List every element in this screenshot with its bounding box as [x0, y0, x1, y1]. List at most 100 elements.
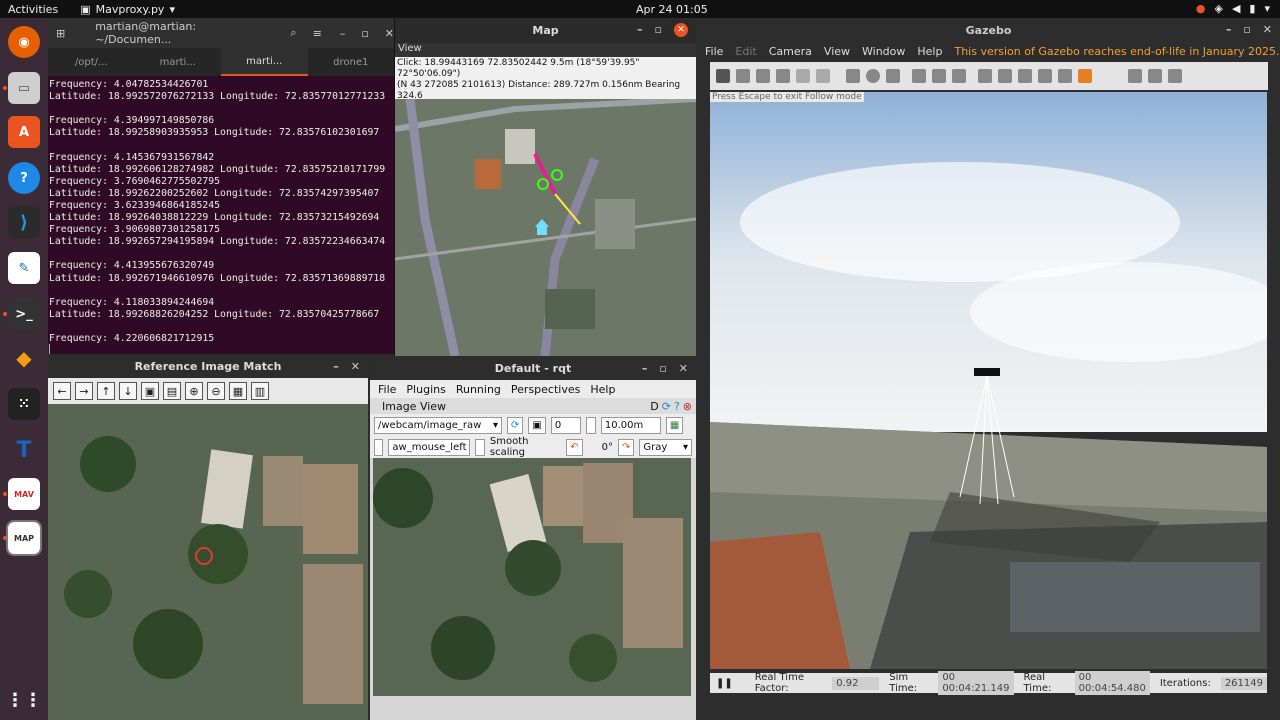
screenshot-icon[interactable] [1128, 69, 1142, 83]
firefox-icon[interactable]: ◉ [8, 26, 40, 58]
save-image-button[interactable]: ▣ [528, 416, 546, 434]
files-icon[interactable]: ▭ [8, 72, 40, 104]
menu-help[interactable]: Help [917, 45, 942, 58]
tab-opt[interactable]: /opt/... [48, 48, 135, 76]
help-icon[interactable]: ? [674, 400, 680, 413]
help-icon[interactable]: ? [8, 162, 40, 194]
snap-icon[interactable] [1038, 69, 1052, 83]
zoom-in-icon[interactable]: ⊕ [185, 382, 203, 400]
show-apps-icon[interactable]: ⋮⋮ [6, 684, 42, 716]
mav-console-icon[interactable]: MAV [8, 478, 40, 510]
tex-icon[interactable]: T [8, 434, 40, 466]
close-icon[interactable]: ✕ [679, 362, 688, 375]
software-icon[interactable]: A [8, 116, 40, 148]
vscode-icon[interactable]: ⟩ [8, 206, 40, 238]
minimize-icon[interactable]: – [333, 360, 339, 373]
color-mode-select[interactable]: Gray ▾ [639, 438, 692, 456]
log-icon[interactable] [1148, 69, 1162, 83]
menu-file[interactable]: File [378, 383, 396, 396]
dock-d-button[interactable]: D [650, 400, 658, 413]
scale-icon[interactable] [776, 69, 790, 83]
box-icon[interactable] [846, 69, 860, 83]
save-icon[interactable]: ▥ [251, 382, 269, 400]
map-menu-view[interactable]: View [395, 43, 696, 57]
gridlines-checkbox[interactable] [585, 416, 596, 434]
spot-light-icon[interactable] [932, 69, 946, 83]
terminal-output[interactable]: Frequency: 4.04782534426701 Latitude: 18.… [48, 76, 394, 357]
satellite-map[interactable] [395, 99, 696, 356]
menu-file[interactable]: File [705, 45, 723, 58]
dir-light-icon[interactable] [952, 69, 966, 83]
apps-grid-icon[interactable]: ⁙ [8, 388, 40, 420]
maximize-icon[interactable]: ▫ [655, 23, 662, 37]
menu-edit[interactable]: Edit [735, 45, 756, 58]
reload-icon[interactable]: ⟳ [662, 400, 671, 413]
tab-drone1[interactable]: drone1 [308, 48, 395, 76]
menu-camera[interactable]: Camera [769, 45, 812, 58]
close-icon[interactable]: ⊗ [683, 400, 692, 413]
zoom-1-button[interactable]: ▦ [665, 416, 684, 434]
close-icon[interactable]: ✕ [1263, 23, 1272, 36]
reference-aerial-image[interactable] [48, 404, 368, 720]
menu-perspectives[interactable]: Perspectives [511, 383, 580, 396]
undo-icon[interactable] [796, 69, 810, 83]
grid-icon[interactable]: ▦ [229, 382, 247, 400]
text-editor-icon[interactable]: ✎ [8, 252, 40, 284]
mouse-topic-field[interactable]: aw_mouse_left [388, 438, 471, 456]
camera-image[interactable] [373, 458, 691, 696]
terminal-icon[interactable]: >_ [8, 298, 40, 330]
up-icon[interactable]: ↑ [97, 382, 115, 400]
maximize-icon[interactable]: ▫ [659, 362, 666, 375]
redo-icon[interactable] [816, 69, 830, 83]
topic-select[interactable]: /webcam/image_raw ▾ [374, 416, 502, 434]
zoom-out-icon[interactable]: ⊖ [207, 382, 225, 400]
sun-icon[interactable] [912, 69, 926, 83]
app-menu[interactable]: ▣ Mavproxy.py ▾ [80, 3, 175, 16]
tab-martian-1[interactable]: marti... [135, 48, 222, 76]
mav-map-icon[interactable]: MAP [6, 520, 42, 556]
maximize-icon[interactable]: ▫ [1243, 23, 1250, 36]
select-icon[interactable] [716, 69, 730, 83]
paste-icon[interactable] [998, 69, 1012, 83]
record-icon[interactable] [1168, 69, 1182, 83]
tab-martian-2[interactable]: marti... [221, 48, 308, 76]
new-tab-icon[interactable]: ⊞ [56, 27, 65, 40]
translate-icon[interactable] [736, 69, 750, 83]
distance-spinbox[interactable]: 10.00m [600, 416, 661, 434]
smooth-scaling-checkbox[interactable] [475, 438, 485, 456]
view-angle-icon[interactable] [1078, 69, 1092, 83]
maximize-icon[interactable]: ▫ [361, 27, 368, 40]
layers-icon[interactable]: ◆ [8, 342, 40, 374]
fit-width-icon[interactable]: ▤ [163, 382, 181, 400]
rotate-left-button[interactable]: ↶ [566, 438, 583, 456]
rotate-right-button[interactable]: ↷ [618, 438, 635, 456]
menu-view[interactable]: View [824, 45, 850, 58]
menu-plugins[interactable]: Plugins [406, 383, 445, 396]
forward-icon[interactable]: → [75, 382, 93, 400]
minimize-icon[interactable]: – [340, 27, 346, 40]
system-tray[interactable]: ● ◈ ◀ ▮ ▾ [1196, 2, 1270, 15]
close-icon[interactable]: ✕ [351, 360, 360, 373]
num-gridlines-spinbox[interactable]: 0 [550, 416, 581, 434]
cylinder-icon[interactable] [886, 69, 900, 83]
minimize-icon[interactable]: – [1226, 23, 1232, 36]
sphere-icon[interactable] [866, 69, 880, 83]
publish-click-checkbox[interactable] [374, 438, 384, 456]
activities-button[interactable]: Activities [8, 3, 58, 16]
magnet-icon[interactable] [1058, 69, 1072, 83]
down-icon[interactable]: ↓ [119, 382, 137, 400]
pause-icon[interactable]: ❚❚ [716, 678, 733, 689]
align-icon[interactable] [1018, 69, 1032, 83]
menu-help[interactable]: Help [590, 383, 615, 396]
copy-icon[interactable] [978, 69, 992, 83]
refresh-topics-button[interactable]: ⟳ [507, 416, 524, 434]
search-icon[interactable]: ⌕ [290, 26, 296, 40]
fit-icon[interactable]: ▣ [141, 382, 159, 400]
minimize-icon[interactable]: – [642, 362, 648, 375]
clock[interactable]: Apr 24 01:05 [636, 3, 708, 16]
close-icon[interactable]: ✕ [385, 27, 394, 40]
menu-icon[interactable]: ≡ [313, 27, 322, 40]
menu-running[interactable]: Running [456, 383, 501, 396]
minimize-icon[interactable]: – [637, 23, 643, 37]
gazebo-3d-view[interactable]: Press Escape to exit Follow mode [710, 92, 1267, 669]
